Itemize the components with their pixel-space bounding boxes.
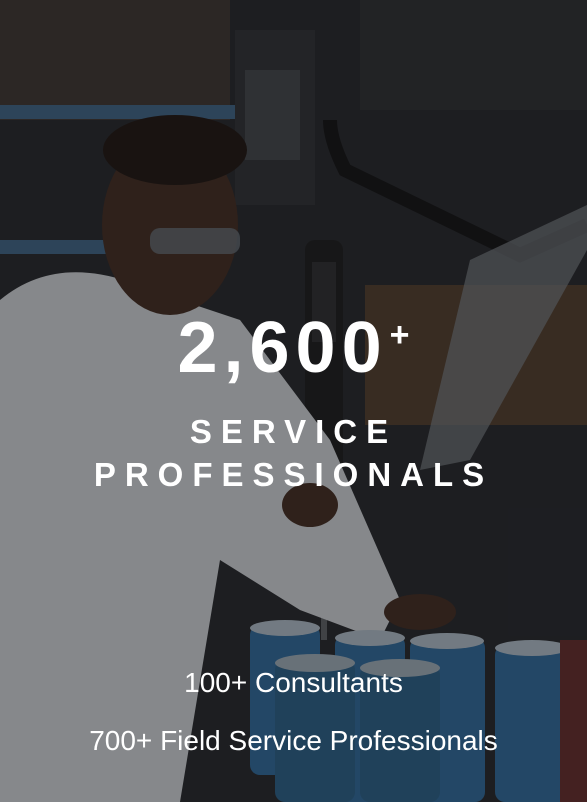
stat-consultants: 100+ Consultants (184, 667, 403, 698)
subtitle-line-2: PROFESSIONALS (93, 456, 494, 493)
stats-list: 100+ Consultants 700+ Field Service Prof… (0, 666, 587, 782)
headline: 2,600+ (0, 312, 587, 384)
headline-subtitle: SERVICE PROFESSIONALS (0, 410, 587, 496)
headline-plus: + (389, 316, 410, 354)
stat-card: 2,600+ SERVICE PROFESSIONALS 100+ Consul… (0, 0, 587, 802)
stat-field-service: 700+ Field Service Professionals (89, 725, 498, 756)
subtitle-line-1: SERVICE (189, 413, 398, 450)
headline-number: 2,600 (177, 308, 388, 388)
